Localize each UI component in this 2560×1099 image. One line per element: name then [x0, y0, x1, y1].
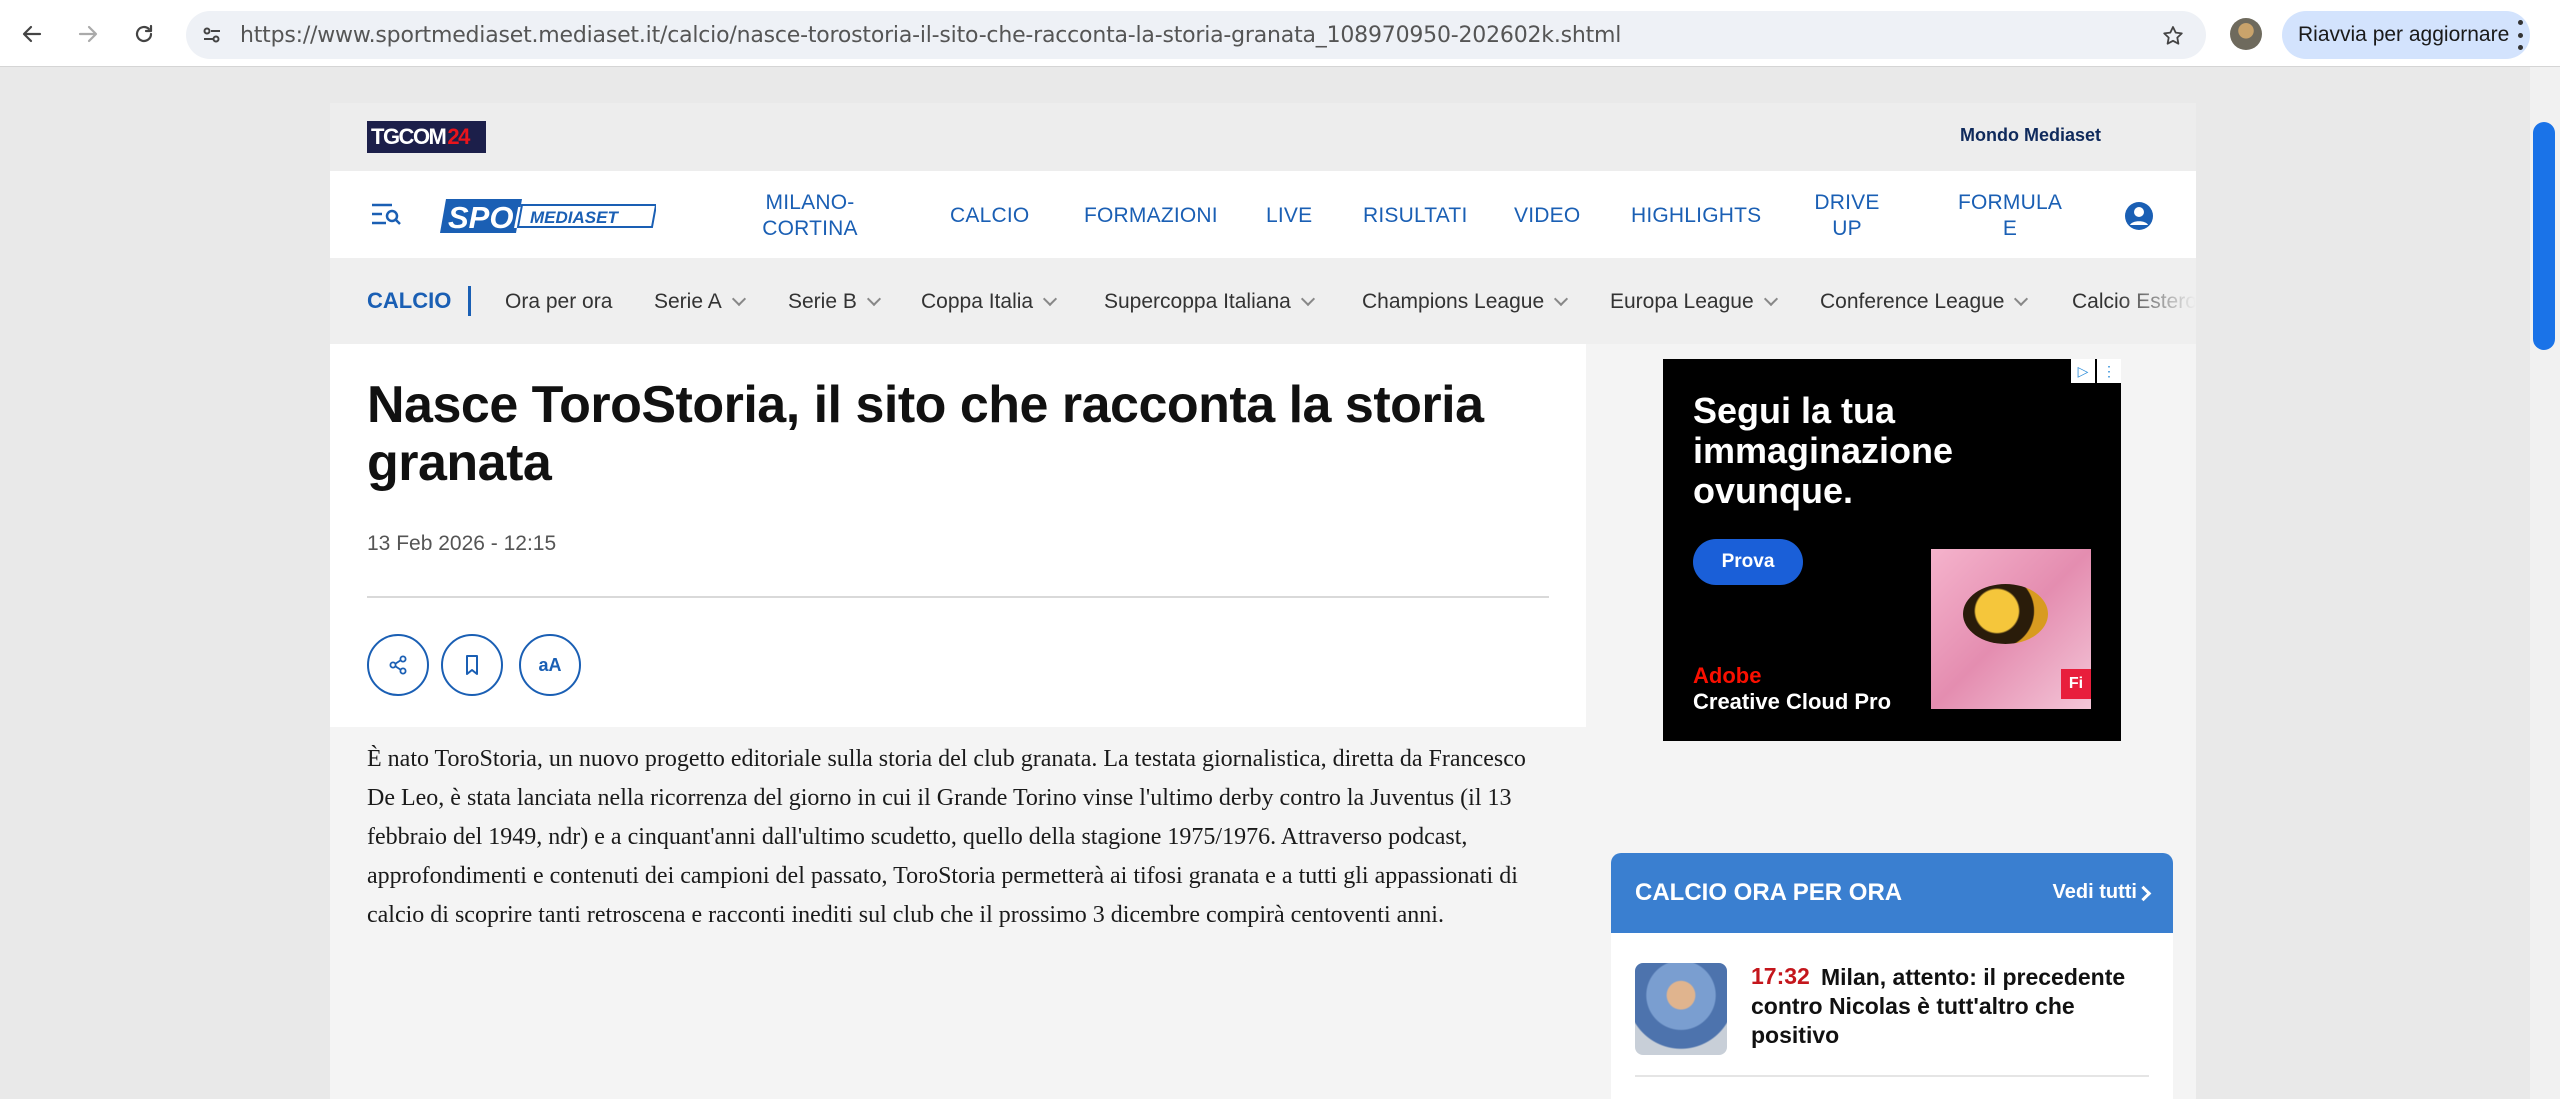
news-thumbnail[interactable] [1635, 963, 1727, 1055]
chevron-down-icon [731, 291, 746, 307]
mondo-mediaset-link[interactable]: Mondo Mediaset [1960, 125, 2101, 146]
nav-formazioni[interactable]: FORMAZIONI [1084, 203, 1218, 229]
reload-button[interactable] [126, 16, 162, 52]
calcio-ora-per-ora-widget: CALCIO ORA PER ORA Vedi tutti Milan, att… [1611, 853, 2173, 1099]
back-button[interactable] [14, 16, 50, 52]
nav-risultati[interactable]: RISULTATI [1363, 203, 1467, 229]
subnav-serie-a[interactable]: Serie A [654, 290, 746, 314]
chevron-down-icon [1043, 291, 1058, 307]
ad-headline: Segui la tua immaginazione ovunque. [1693, 390, 1954, 511]
ad-brand: Adobe [1693, 663, 1762, 688]
main-nav: SPORT MEDIASET MILANO- CORTINA CALCIO FO… [330, 171, 2196, 258]
address-bar[interactable]: https://www.sportmediaset.mediaset.it/ca… [186, 11, 2206, 59]
news-headline[interactable]: Milan, attento: il precedente contro Nic… [1751, 963, 2151, 1050]
section-subnav: CALCIO Ora per ora Serie A Serie B Coppa… [330, 258, 2196, 344]
adchoices-icon[interactable]: ▷ [2071, 359, 2095, 383]
page: TGCOM 24 Mondo Mediaset SPORT MEDIASET MI… [330, 103, 2196, 1099]
subnav-ora-per-ora[interactable]: Ora per ora [505, 290, 612, 314]
news-time: 17:32 [1751, 963, 1810, 989]
nav-calcio[interactable]: CALCIO [950, 203, 1029, 229]
subnav-coppa-italia[interactable]: Coppa Italia [921, 290, 1058, 314]
widget-header: CALCIO ORA PER ORA Vedi tutti [1611, 853, 2173, 933]
tgcom24-logo[interactable]: TGCOM 24 [367, 121, 486, 153]
subnav-conference-league[interactable]: Conference League [1820, 290, 2029, 314]
nav-highlights[interactable]: HIGHLIGHTS [1631, 203, 1761, 229]
subnav-divider [468, 286, 471, 316]
top-bar: TGCOM 24 Mondo Mediaset [330, 103, 2196, 171]
nav-live[interactable]: LIVE [1266, 203, 1312, 229]
ad-cta-button[interactable]: Prova [1693, 539, 1803, 585]
chevron-down-icon [866, 291, 881, 307]
ad-choices[interactable]: ▷ ⋮ [2071, 359, 2121, 383]
article-body: È nato ToroStoria, un nuovo progetto edi… [367, 746, 1526, 928]
forward-button[interactable] [70, 16, 106, 52]
sportmediaset-logo[interactable]: SPORT MEDIASET [440, 199, 656, 233]
bookmark-icon [466, 655, 478, 675]
subnav-fade [2116, 258, 2196, 344]
nav-formula-e[interactable]: FORMULA E [1952, 190, 2068, 242]
subnav-champions-league[interactable]: Champions League [1362, 290, 1569, 314]
ad-firefly-badge: Fi [2061, 669, 2091, 699]
url-text[interactable]: https://www.sportmediaset.mediaset.it/ca… [240, 23, 1621, 48]
update-label: Riavvia per aggiornare [2298, 23, 2510, 46]
site-settings-icon[interactable] [198, 21, 226, 49]
reload-icon [135, 24, 153, 43]
browser-menu-icon[interactable] [2516, 20, 2524, 50]
news-divider [1635, 1075, 2149, 1077]
chevron-down-icon [1300, 291, 1315, 307]
update-button[interactable]: Riavvia per aggiornare [2282, 11, 2530, 59]
subnav-section-calcio[interactable]: CALCIO [367, 288, 451, 314]
text-size-label: aA [538, 654, 562, 675]
user-icon[interactable] [2124, 201, 2154, 231]
divider [367, 596, 1549, 598]
see-all-link[interactable]: Vedi tutti [2053, 881, 2137, 904]
menu-search-icon[interactable] [370, 201, 402, 227]
ad-menu-icon[interactable]: ⋮ [2097, 359, 2121, 383]
nav-drive-up[interactable]: DRIVE UP [1810, 190, 1884, 242]
scrollbar-thumb[interactable] [2533, 122, 2555, 350]
subnav-serie-b[interactable]: Serie B [788, 290, 881, 314]
svg-text:MEDIASET: MEDIASET [530, 208, 619, 227]
bee-illustration [1963, 584, 2048, 644]
widget-title: CALCIO ORA PER ORA [1635, 879, 1903, 906]
article-title: Nasce ToroStoria, il sito che racconta l… [367, 376, 1484, 492]
subnav-europa-league[interactable]: Europa League [1610, 290, 1778, 314]
chevron-down-icon [2014, 291, 2029, 307]
subnav-supercoppa-italiana[interactable]: Supercoppa Italiana [1104, 290, 1315, 314]
arrow-left-icon [22, 25, 42, 43]
chevron-right-icon[interactable] [2135, 885, 2152, 902]
chevron-down-icon [1763, 291, 1778, 307]
advertisement[interactable]: ▷ ⋮ Segui la tua immaginazione ovunque. P… [1663, 359, 2121, 741]
bookmark-star-icon[interactable] [2158, 21, 2188, 51]
bookmark-button[interactable] [441, 634, 503, 696]
text-size-button[interactable]: aA [519, 634, 581, 696]
nav-video[interactable]: VIDEO [1514, 203, 1580, 229]
share-button[interactable] [367, 634, 429, 696]
ad-product: Creative Cloud Pro [1693, 689, 1892, 714]
browser-toolbar: https://www.sportmediaset.mediaset.it/ca… [0, 0, 2560, 67]
profile-avatar[interactable] [2230, 18, 2262, 50]
article-header: Nasce ToroStoria, il sito che racconta l… [330, 344, 1586, 727]
article-date: 13 Feb 2026 - 12:15 [367, 532, 557, 555]
share-icon [389, 655, 407, 675]
arrow-right-icon [78, 25, 98, 43]
nav-milano-cortina[interactable]: MILANO- CORTINA [760, 190, 860, 242]
chevron-down-icon [1554, 291, 1569, 307]
